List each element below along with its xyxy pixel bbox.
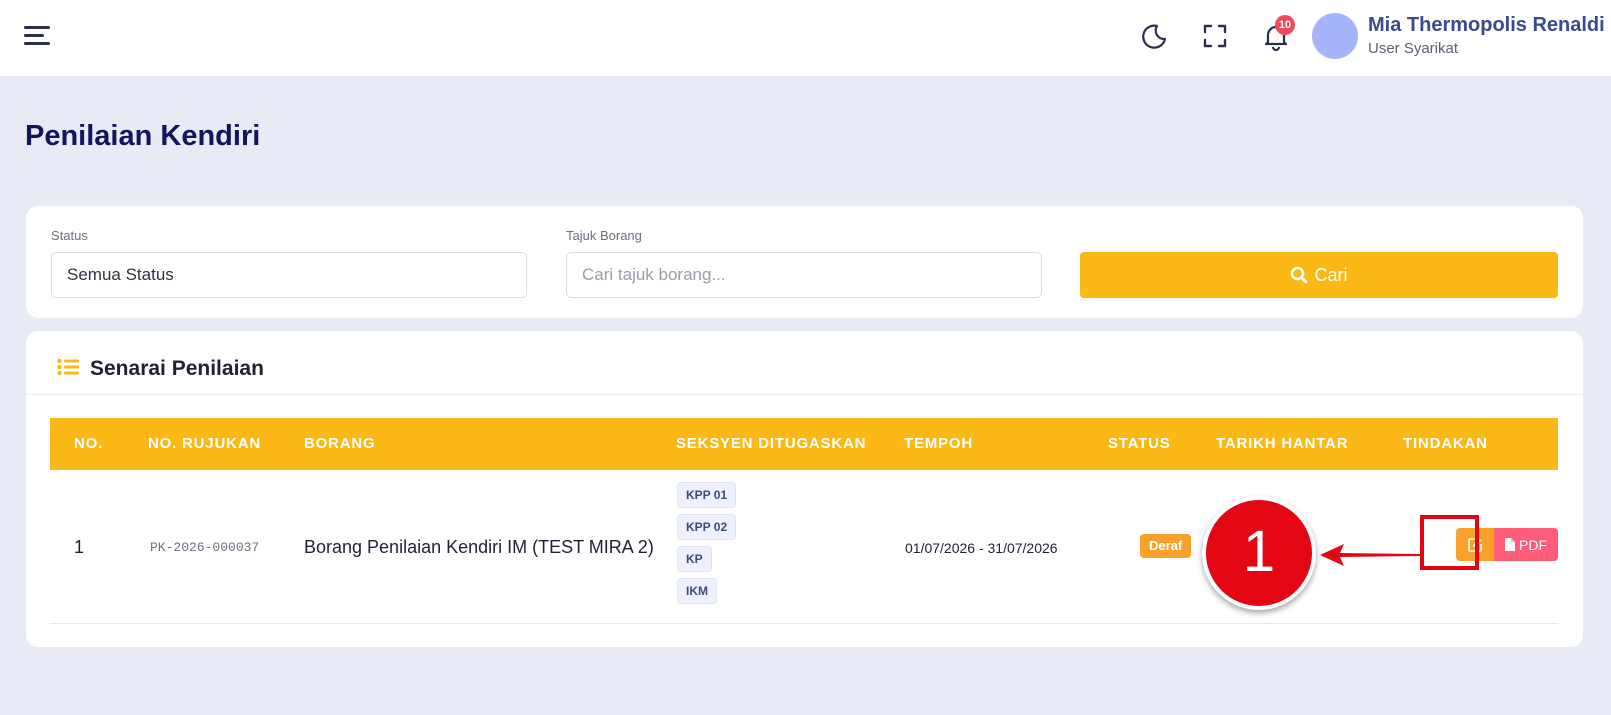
status-badge: Deraf [1140,534,1192,558]
col-tarikh-hantar[interactable]: TARIKH HANTAR [1216,418,1348,470]
col-seksyen-ditugaskan[interactable]: SEKSYEN DITUGASKAN [676,418,866,470]
tajuk-borang-label: Tajuk Borang [566,228,642,243]
annotation-step-marker: 1 [1202,496,1316,610]
annotation-highlight-box [1420,515,1479,570]
menu-toggle-icon[interactable] [24,24,52,48]
reference-number: PK-2026-000037 [150,540,260,555]
col-tempoh[interactable]: TEMPOH [904,418,973,470]
form-title: Borang Penilaian Kendiri IM (TEST MIRA 2… [304,537,654,557]
notification-count-badge: 10 [1275,15,1295,35]
file-icon [1505,538,1515,551]
col-tindakan: TINDAKAN [1403,435,1488,452]
top-navbar: 10 Mia Thermopolis Renaldi User Syarikat [0,0,1611,77]
filter-card: Status Semua Status Tajuk Borang Cari ta… [26,206,1583,318]
section-tag: IKM [677,578,717,604]
section-tag: KPP 01 [677,482,737,508]
annotation-arrow-icon [1320,544,1420,566]
dark-mode-moon-icon[interactable] [1138,20,1170,52]
avatar[interactable] [1312,13,1358,59]
user-name[interactable]: Mia Thermopolis Renaldi [1368,14,1605,37]
section-tag: KPP 02 [677,514,737,540]
status-label: Status [51,228,88,243]
search-icon [1291,266,1308,284]
search-button[interactable]: Cari [1080,252,1558,298]
table-header: NO. NO. RUJUKAN BORANG SEKSYEN DITUGASKA… [50,418,1558,470]
user-role: User Syarikat [1368,40,1459,57]
col-status[interactable]: STATUS [1108,418,1171,470]
col-no[interactable]: NO. [74,418,103,470]
col-borang[interactable]: BORANG [304,418,375,470]
section-tag: KP [677,546,712,572]
assessment-list-card: Senarai Penilaian NO. NO. RUJUKAN BORANG… [26,331,1583,647]
row-number: 1 [74,537,85,557]
list-icon [57,358,79,376]
fullscreen-icon[interactable] [1199,20,1231,52]
list-header: Senarai Penilaian [26,331,1583,395]
pdf-button-label: PDF [1519,536,1547,553]
period-range: 01/07/2026 - 31/07/2026 [905,540,1058,556]
search-button-label: Cari [1314,264,1348,285]
col-no-rujukan[interactable]: NO. RUJUKAN [148,418,261,470]
tajuk-borang-input[interactable]: Cari tajuk borang... [566,252,1042,298]
page-title: Penilaian Kendiri [25,120,261,152]
pdf-button[interactable]: PDF [1494,528,1558,561]
list-title: Senarai Penilaian [90,357,264,380]
status-select[interactable]: Semua Status [51,252,527,298]
